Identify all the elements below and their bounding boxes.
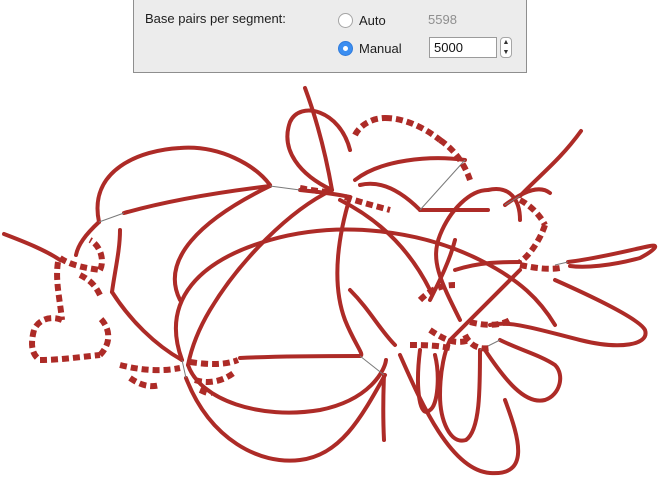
segment-chain xyxy=(88,237,105,272)
segment-chain xyxy=(194,369,237,385)
graph-edge xyxy=(238,354,362,360)
graph-edge xyxy=(74,220,101,257)
segment-link xyxy=(554,261,569,266)
graph-edge xyxy=(353,156,467,182)
graph-edge xyxy=(488,278,648,348)
graph-edge xyxy=(483,338,563,403)
segment-chain xyxy=(518,197,548,227)
segment-chain xyxy=(119,362,181,374)
segment-chain xyxy=(31,315,64,332)
segment-chain xyxy=(384,115,442,143)
segment-chain xyxy=(54,261,65,321)
assembly-graph[interactable] xyxy=(0,0,661,486)
graph-edge xyxy=(2,232,62,262)
segment-link xyxy=(98,212,125,223)
segment-link xyxy=(269,185,301,191)
segment-chain xyxy=(409,342,451,351)
segment-chain xyxy=(352,115,386,137)
graph-edge xyxy=(186,358,388,415)
graph-edge xyxy=(335,195,364,358)
graph-edge xyxy=(184,373,387,463)
graph-edge xyxy=(348,288,397,347)
segment-chain xyxy=(519,262,561,272)
segment-chain xyxy=(462,333,491,352)
graph-edge xyxy=(566,243,658,269)
segment-chain xyxy=(78,272,103,297)
graph-edges xyxy=(2,86,658,476)
segment-chain xyxy=(39,352,101,363)
graph-edge xyxy=(438,338,482,443)
segment-chain xyxy=(97,315,112,358)
graph-edge xyxy=(110,228,122,294)
graph-edge xyxy=(518,129,583,198)
segment-link xyxy=(359,355,385,376)
segment-chain xyxy=(58,255,101,273)
graph-edge xyxy=(338,198,432,292)
graph-edge xyxy=(186,188,334,367)
segment-chain xyxy=(128,375,161,390)
graph-edge xyxy=(448,268,522,342)
segment-link xyxy=(419,159,466,211)
graph-edge xyxy=(110,290,184,362)
segment-chain xyxy=(29,329,42,363)
segment-chain xyxy=(518,223,548,265)
graph-edge xyxy=(381,373,386,442)
graph-edge xyxy=(95,145,272,224)
graph-edge xyxy=(285,108,352,192)
segment-chain xyxy=(189,357,240,368)
segment-link xyxy=(181,359,187,379)
